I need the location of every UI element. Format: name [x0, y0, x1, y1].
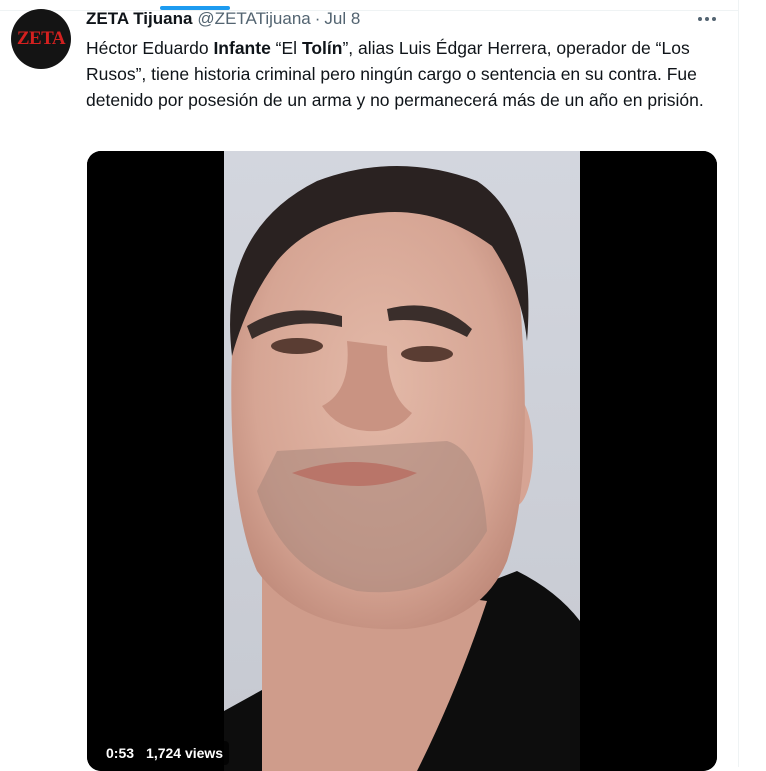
more-options-button[interactable]: [694, 8, 720, 30]
author-display-name[interactable]: ZETA Tijuana: [86, 9, 192, 29]
author-handle[interactable]: @ZETATijuana: [197, 9, 310, 29]
tweet-header: ZETA Tijuana @ZETATijuana · Jul 8: [86, 9, 360, 31]
tweet-text-highlight: Tolín: [301, 38, 343, 58]
tweet-text-part: Héctor Eduardo: [86, 38, 214, 58]
tweet-text-part: “El: [270, 38, 302, 58]
tweet-text: Héctor Eduardo Infante “El Tolín”, alias…: [86, 35, 726, 113]
view-count: 1,724 views: [146, 745, 224, 761]
video-duration: 0:53: [106, 745, 135, 761]
tweet-text-highlight: Infante: [213, 38, 271, 58]
column-border: [738, 0, 739, 767]
avatar-logo-text: ZETA: [16, 28, 66, 49]
video-frame-image: [87, 151, 717, 771]
more-horizontal-icon: [698, 17, 716, 21]
header-separator: ·: [314, 9, 321, 28]
video-stats-badge: 0:53 1,724 views: [100, 741, 230, 765]
avatar[interactable]: ZETA: [11, 9, 71, 69]
tweet-date[interactable]: Jul 8: [324, 9, 360, 29]
video-player[interactable]: [87, 151, 717, 771]
